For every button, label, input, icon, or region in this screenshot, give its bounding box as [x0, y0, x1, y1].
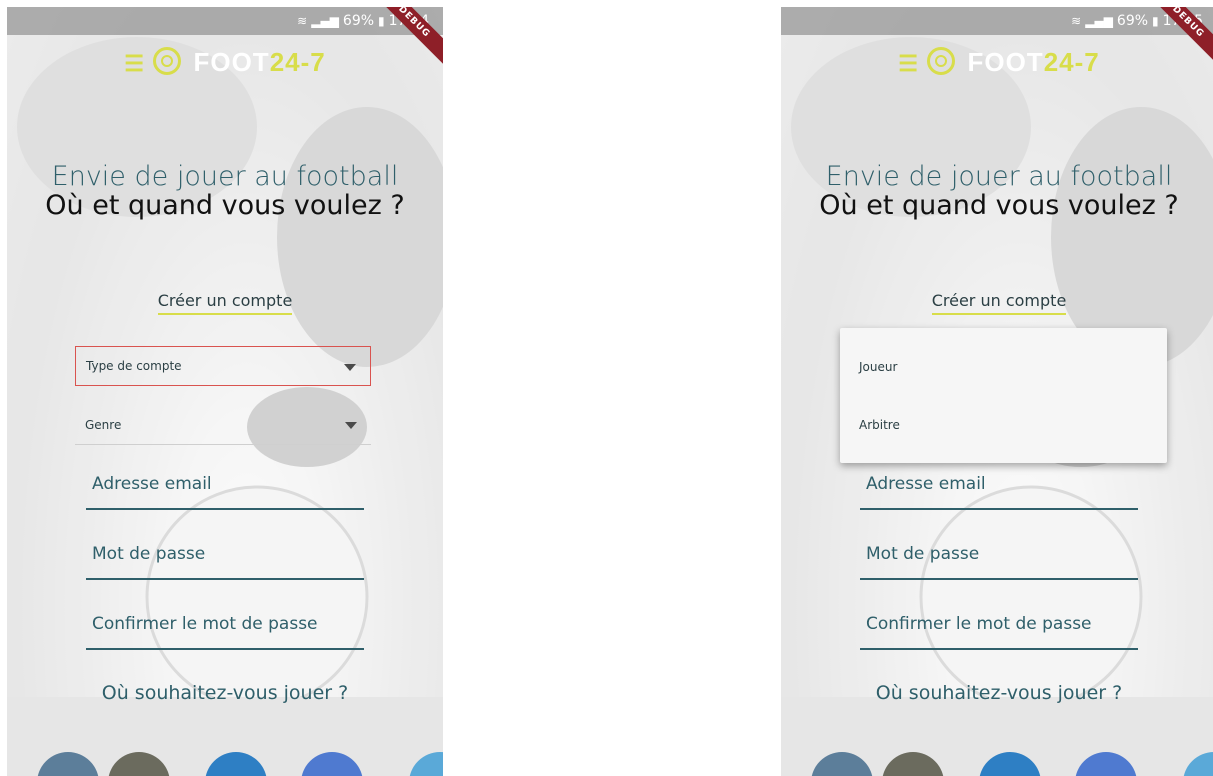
speed-lines-icon: ☰ [124, 51, 145, 76]
create-account-title: Créer un compte [781, 291, 1213, 315]
password-field[interactable]: Mot de passe [860, 538, 1138, 580]
app-logo: ☰ FOOT24-7 [781, 47, 1213, 78]
create-account-title: Créer un compte [7, 291, 443, 315]
create-account-label: Créer un compte [931, 291, 1067, 315]
status-bar: ≋ ▂▄▆ 69% ▮ 17:24 [7, 7, 443, 35]
logo-text-247: 24-7 [1043, 47, 1100, 77]
football-icon [927, 47, 956, 75]
password-placeholder: Mot de passe [92, 544, 206, 564]
battery-icon: ▮ [378, 14, 385, 28]
wifi-icon: ≋ [1071, 14, 1082, 28]
email-placeholder: Adresse email [92, 474, 212, 494]
account-type-label: Type de compte [86, 359, 182, 373]
signal-icon: ▂▄▆ [311, 14, 339, 28]
headline-line2: Où et quand vous voulez ? [45, 190, 405, 221]
confirm-password-field[interactable]: Confirmer le mot de passe [86, 608, 364, 650]
headline: Envie de jouer au football Où et quand v… [7, 161, 443, 221]
password-placeholder: Mot de passe [866, 544, 980, 564]
wifi-icon: ≋ [297, 14, 308, 28]
phone-screen-right: ≋ ▂▄▆ 69% ▮ 17:25 DEBUG ☰ FOOT24-7 Envie… [781, 7, 1213, 776]
speed-lines-icon: ☰ [898, 51, 919, 76]
email-field[interactable]: Adresse email [86, 468, 364, 510]
confirm-password-placeholder: Confirmer le mot de passe [92, 614, 318, 634]
background-veil [7, 7, 443, 776]
status-bar: ≋ ▂▄▆ 69% ▮ 17:25 [781, 7, 1213, 35]
battery-level: 69% [342, 13, 375, 29]
dropdown-arrow-icon [344, 364, 356, 371]
headline-line2: Où et quand vous voulez ? [819, 190, 1179, 221]
create-account-label: Créer un compte [157, 291, 293, 315]
logo-text-247: 24-7 [269, 47, 326, 77]
phone-screen-left: ≋ ▂▄▆ 69% ▮ 17:24 DEBUG ☰ FOOT24-7 Envie… [7, 7, 443, 776]
gender-dropdown[interactable]: Genre [75, 405, 371, 445]
gender-label: Genre [85, 417, 122, 432]
logo-text-foot: FOOT [967, 47, 1044, 77]
where-to-play-title: Où souhaitez-vous jouer ? [101, 682, 349, 704]
confirm-password-field[interactable]: Confirmer le mot de passe [860, 608, 1138, 650]
headline-line1: Envie de jouer au football [51, 161, 399, 192]
battery-icon: ▮ [1152, 14, 1159, 28]
logo-text-foot: FOOT [193, 47, 270, 77]
password-field[interactable]: Mot de passe [86, 538, 364, 580]
account-type-menu: Joueur Arbitre [840, 328, 1167, 463]
headline: Envie de jouer au football Où et quand v… [781, 161, 1213, 221]
email-placeholder: Adresse email [866, 474, 986, 494]
signal-icon: ▂▄▆ [1085, 14, 1113, 28]
dropdown-arrow-icon [345, 422, 357, 429]
football-icon [153, 47, 182, 75]
app-logo: ☰ FOOT24-7 [7, 47, 443, 78]
email-field[interactable]: Adresse email [860, 468, 1138, 510]
account-type-dropdown[interactable]: Type de compte [75, 346, 371, 386]
headline-line1: Envie de jouer au football [825, 161, 1173, 192]
battery-level: 69% [1116, 13, 1149, 29]
confirm-password-placeholder: Confirmer le mot de passe [866, 614, 1092, 634]
menu-option-arbitre[interactable]: Arbitre [859, 418, 900, 432]
where-to-play-title: Où souhaitez-vous jouer ? [875, 682, 1123, 704]
menu-option-joueur[interactable]: Joueur [859, 360, 897, 374]
